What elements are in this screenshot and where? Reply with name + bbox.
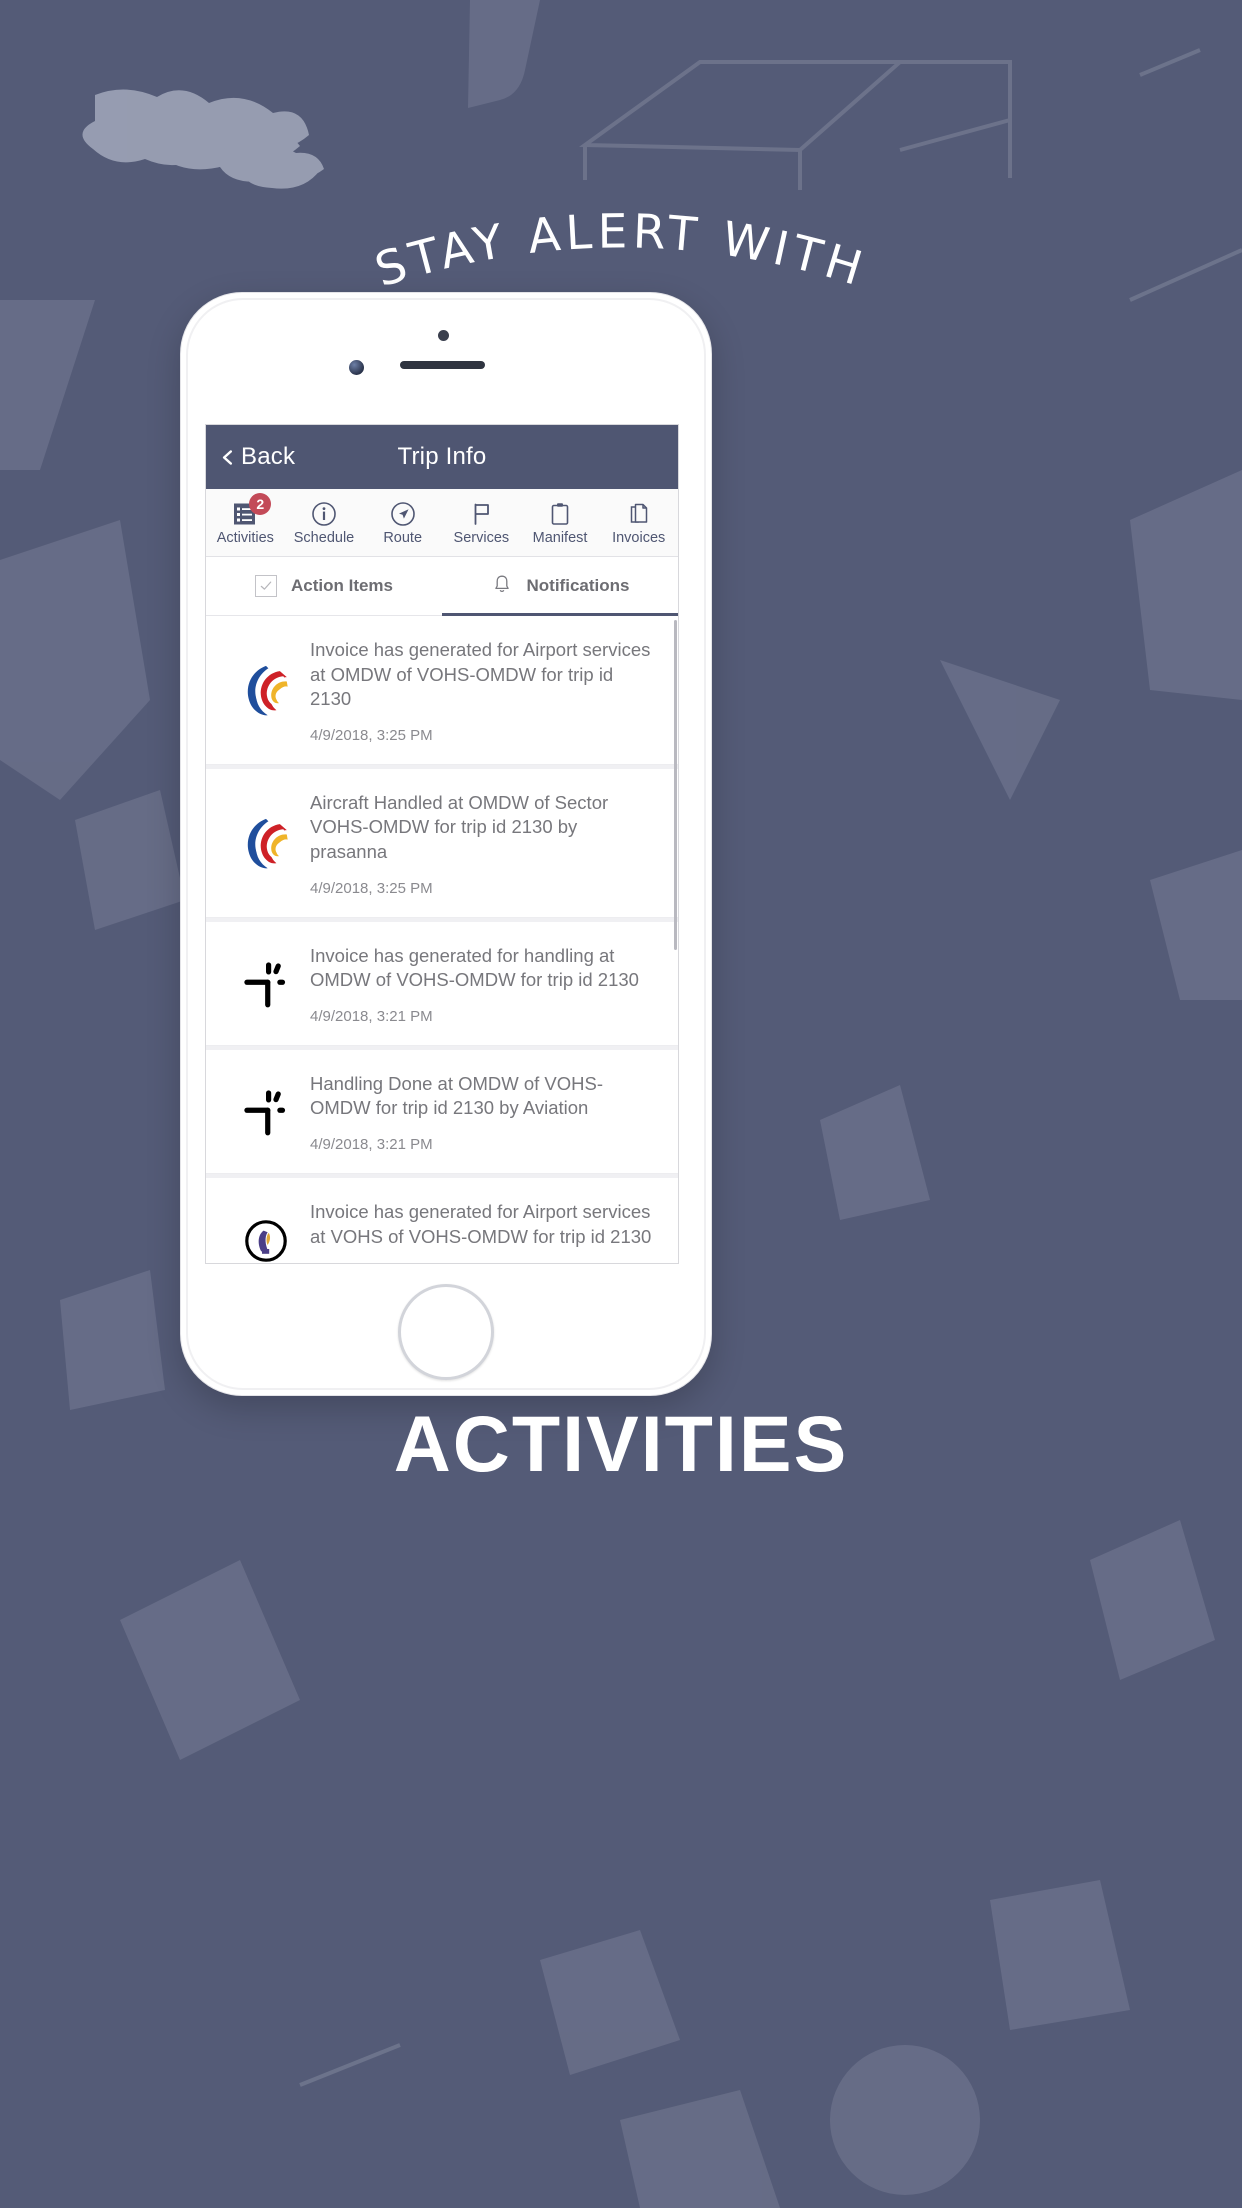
activities-badge: 2 <box>249 492 272 515</box>
headline-text: STAY ALERT WITH <box>369 204 873 298</box>
subtab-notifications[interactable]: Notifications <box>442 557 678 616</box>
tab-manifest[interactable]: Manifest <box>521 489 600 556</box>
earpiece-speaker <box>400 361 485 369</box>
cross-mark-logo <box>222 944 310 1025</box>
subtab-action-items[interactable]: Action Items <box>206 557 442 615</box>
front-camera-icon <box>349 360 364 375</box>
app-screen: Back Trip Info 2 Activities Schedule Rou… <box>206 425 678 1263</box>
back-button[interactable]: Back <box>206 443 295 471</box>
list-item[interactable]: Invoice has generated for Airport servic… <box>206 616 678 765</box>
notification-time: 4/9/2018, 3:25 PM <box>310 879 433 897</box>
poster-footer-title: ACTIVITIES <box>393 1399 849 1488</box>
list-item[interactable]: Invoice has generated for Airport servic… <box>206 1177 678 1263</box>
list-item-body: Invoice has generated for handling at OM… <box>310 944 662 1025</box>
cross-mark-logo <box>222 1072 310 1153</box>
swirl-logo <box>222 638 310 744</box>
home-button[interactable] <box>398 1284 494 1380</box>
list-item[interactable]: Invoice has generated for handling at OM… <box>206 921 678 1046</box>
tab-label-activities: Activities <box>216 529 274 546</box>
list-item[interactable]: Aircraft Handled at OMDW of Sector VOHS-… <box>206 768 678 918</box>
list-item-body: Invoice has generated for Airport servic… <box>310 638 662 744</box>
checkbox-icon <box>254 575 277 597</box>
info-circle-icon <box>311 500 337 528</box>
list-icon: 2 <box>232 492 272 528</box>
tab-label-invoices: Invoices <box>612 529 666 546</box>
chevron-left-icon <box>220 449 235 465</box>
notifications-list[interactable]: Invoice has generated for Airport servic… <box>206 616 678 1263</box>
notification-text: Invoice has generated for Airport servic… <box>310 639 651 710</box>
list-item-body: Invoice has generated for Airport servic… <box>310 1200 662 1263</box>
circle-figure-logo <box>222 1200 310 1263</box>
navigation-bar: Back Trip Info <box>206 425 678 489</box>
back-label: Back <box>241 443 296 470</box>
tab-route[interactable]: Route <box>363 489 442 556</box>
section-tab-bar: 2 Activities Schedule Route Services Man… <box>206 489 678 557</box>
subtab-label-action-items: Action Items <box>290 576 394 595</box>
navigation-circle-icon <box>390 500 416 528</box>
notification-time: 4/9/2018, 3:25 PM <box>310 726 433 744</box>
flag-icon <box>468 500 494 528</box>
notification-text: Invoice has generated for Airport servic… <box>310 1200 652 1247</box>
list-item[interactable]: Handling Done at OMDW of VOHS-OMDW for t… <box>206 1049 678 1174</box>
sub-tab-bar: Action Items Notifications <box>206 557 678 616</box>
notification-time: 4/9/2018, 3:21 PM <box>310 1007 433 1025</box>
list-item-body: Aircraft Handled at OMDW of Sector VOHS-… <box>310 791 662 897</box>
notification-time: 4/9/2018, 3:21 PM <box>310 1135 433 1153</box>
tab-label-services: Services <box>453 529 510 546</box>
tab-invoices[interactable]: Invoices <box>599 489 678 556</box>
clipboard-icon <box>547 500 573 528</box>
bell-icon <box>491 573 513 600</box>
sensor-dot-icon <box>438 330 449 341</box>
tab-schedule[interactable]: Schedule <box>285 489 364 556</box>
tab-activities[interactable]: 2 Activities <box>206 489 285 556</box>
swirl-logo <box>222 791 310 897</box>
tab-label-manifest: Manifest <box>532 529 588 546</box>
subtab-label-notifications: Notifications <box>526 576 630 595</box>
notification-text: Handling Done at OMDW of VOHS-OMDW for t… <box>310 1072 604 1119</box>
notification-text: Aircraft Handled at OMDW of Sector VOHS-… <box>310 791 609 862</box>
notification-text: Invoice has generated for handling at OM… <box>310 944 639 991</box>
documents-icon <box>626 500 652 528</box>
list-scrollbar[interactable] <box>674 620 677 950</box>
tab-label-schedule: Schedule <box>293 529 355 546</box>
tab-label-route: Route <box>383 529 423 546</box>
list-item-body: Handling Done at OMDW of VOHS-OMDW for t… <box>310 1072 662 1153</box>
tab-services[interactable]: Services <box>442 489 521 556</box>
